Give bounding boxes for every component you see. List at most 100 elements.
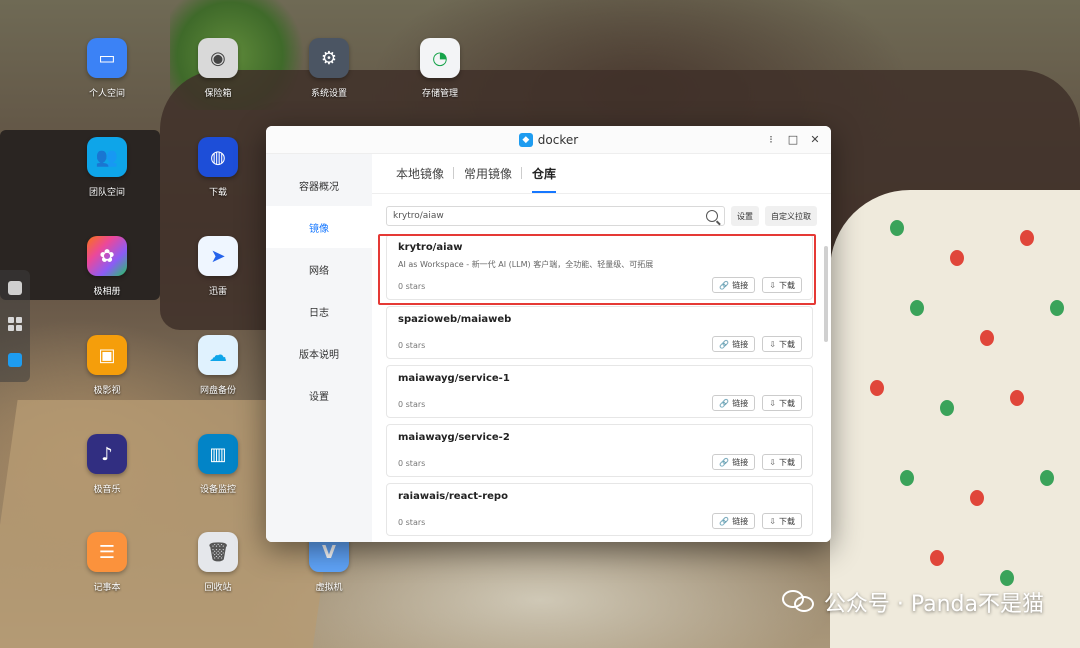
monitor-chart-icon: ▥ [198,434,238,474]
link-icon: 🔗 [719,280,730,290]
search-icon[interactable] [706,210,718,222]
list-scrollbar[interactable] [824,246,828,342]
download-button[interactable]: ⇩ 下载 [762,454,802,470]
repo-card: maiawayg/service-1 0 stars 🔗 链接 ⇩ 下载 [386,365,813,418]
desktop-icon-system-settings[interactable]: ⚙ 系统设置 [289,38,369,99]
sidebar-item-release-notes[interactable]: 版本说明 [266,332,372,374]
desktop-icon-label: 极影视 [93,386,121,396]
sidebar-item-images[interactable]: 镜像 [266,206,372,248]
repo-card: raiawais/react-repo 0 stars 🔗 链接 ⇩ 下载 [386,483,813,536]
download-globe-icon: ◍ [198,137,238,177]
repo-stars: 0 stars [398,459,426,468]
desktop-icon-video[interactable]: ▣ 极影视 [67,335,147,396]
docker-window: ◆ docker ⁝ □ ✕ 容器概况 镜像 网络 日志 版本说明 设置 本地镜… [266,126,831,542]
desktop-icon-label: 系统设置 [310,89,347,99]
trash-icon: 🗑 [198,532,238,572]
tab-local-images[interactable]: 本地镜像 [386,165,455,182]
desktop-icon-label: 下载 [208,188,227,198]
download-button[interactable]: ⇩ 下载 [762,395,802,411]
desktop-icon-photos[interactable]: ✿ 极相册 [67,236,147,297]
left-dock [0,270,30,382]
link-button[interactable]: 🔗 链接 [712,336,756,352]
link-icon: 🔗 [719,339,730,349]
download-button[interactable]: ⇩ 下载 [762,513,802,529]
photos-icon: ✿ [87,236,127,276]
link-button-label: 链接 [732,516,749,526]
search-input[interactable] [393,211,706,221]
cloud-download-icon: ⇩ [769,339,776,349]
desktop-icon-label: 极相册 [93,287,121,297]
menu-button[interactable]: ⁝ [765,132,777,148]
desktop-icon-thunder[interactable]: ➤ 迅雷 [178,236,258,297]
repo-card: krytro/aiaw AI as Workspace - 新一代 AI (LL… [386,234,813,300]
desktop-icon-notepad[interactable]: ☰ 记事本 [67,532,147,593]
repo-stars: 0 stars [398,341,426,350]
desktop-icon-label: 设备监控 [199,485,236,495]
link-button[interactable]: 🔗 链接 [712,395,756,411]
tab-registry[interactable]: 仓库 [522,165,566,193]
desktop-icon-team-space[interactable]: 👥 团队空间 [67,137,147,198]
close-button[interactable]: ✕ [809,132,821,148]
link-button[interactable]: 🔗 链接 [712,277,756,293]
link-icon: 🔗 [719,457,730,467]
link-button-label: 链接 [732,339,749,349]
cloud-download-icon: ⇩ [769,516,776,526]
maximize-button[interactable]: □ [787,132,799,148]
sidebar-item-settings[interactable]: 设置 [266,374,372,416]
repo-stars: 0 stars [398,282,426,291]
link-icon: 🔗 [719,516,730,526]
folder-icon: ▭ [87,38,127,78]
link-button[interactable]: 🔗 链接 [712,454,756,470]
notepad-icon: ☰ [87,532,127,572]
desktop-icon-label: 记事本 [93,583,121,593]
download-button-label: 下载 [779,457,795,467]
desktop-icon-cloud-backup[interactable]: ☁ 网盘备份 [178,335,258,396]
desktop-icon-device-monitor[interactable]: ▥ 设备监控 [178,434,258,495]
cloud-download-icon: ⇩ [769,398,776,408]
window-titlebar[interactable]: ◆ docker ⁝ □ ✕ [266,126,831,154]
sidebar-item-logs[interactable]: 日志 [266,290,372,332]
video-icon: ▣ [87,335,127,375]
safe-icon: ◉ [198,38,238,78]
desktop-icon-label: 保险箱 [204,89,232,99]
tab-common-images[interactable]: 常用镜像 [454,165,523,182]
sidebar-item-overview[interactable]: 容器概况 [266,164,372,206]
desktop-icon-personal-space[interactable]: ▭ 个人空间 [67,38,147,99]
desktop-icon-label: 存储管理 [421,89,458,99]
link-button-label: 链接 [732,457,749,467]
settings-button[interactable]: 设置 [731,206,759,226]
download-button[interactable]: ⇩ 下载 [762,336,802,352]
wallpaper-blanket [830,190,1080,648]
repo-name: maiawayg/service-1 [398,373,510,384]
repo-name: spazioweb/maiaweb [398,314,512,325]
desktop-icon-download[interactable]: ◍ 下载 [178,137,258,198]
cloud-download-icon: ⇩ [769,457,776,467]
desktop-icon-safe[interactable]: ◉ 保险箱 [178,38,258,99]
dock-pin-icon[interactable] [0,270,30,306]
desktop-icon-music[interactable]: ♪ 极音乐 [67,434,147,495]
repo-name: raiawais/react-repo [398,491,508,502]
link-button-label: 链接 [732,280,749,290]
watermark: 公众号 · Panda不是猫 [781,586,1044,618]
desktop-icon-storage[interactable]: ◔ 存储管理 [400,38,480,99]
music-icon: ♪ [87,434,127,474]
download-button[interactable]: ⇩ 下载 [762,277,802,293]
custom-pull-button[interactable]: 自定义拉取 [765,206,817,226]
search-box [386,206,725,226]
dock-apps-grid-icon[interactable] [0,306,30,342]
link-button[interactable]: 🔗 链接 [712,513,756,529]
cloud-download-icon: ⇩ [769,280,776,290]
download-button-label: 下载 [779,280,795,290]
desktop-icon-label: 团队空间 [88,188,125,198]
tab-bar: 本地镜像 常用镜像 仓库 [372,154,831,194]
desktop-icon-label: 迅雷 [208,287,227,297]
repo-stars: 0 stars [398,518,426,527]
download-button-label: 下载 [779,398,795,408]
settings-icon: ⚙ [309,38,349,78]
desktop-icon-trash[interactable]: 🗑 回收站 [178,532,258,593]
dock-docker-icon[interactable] [0,342,30,378]
desktop-icon-label: 极音乐 [93,485,121,495]
sidebar-item-network[interactable]: 网络 [266,248,372,290]
storage-icon: ◔ [420,38,460,78]
repo-list: krytro/aiaw AI as Workspace - 新一代 AI (LL… [386,234,813,542]
